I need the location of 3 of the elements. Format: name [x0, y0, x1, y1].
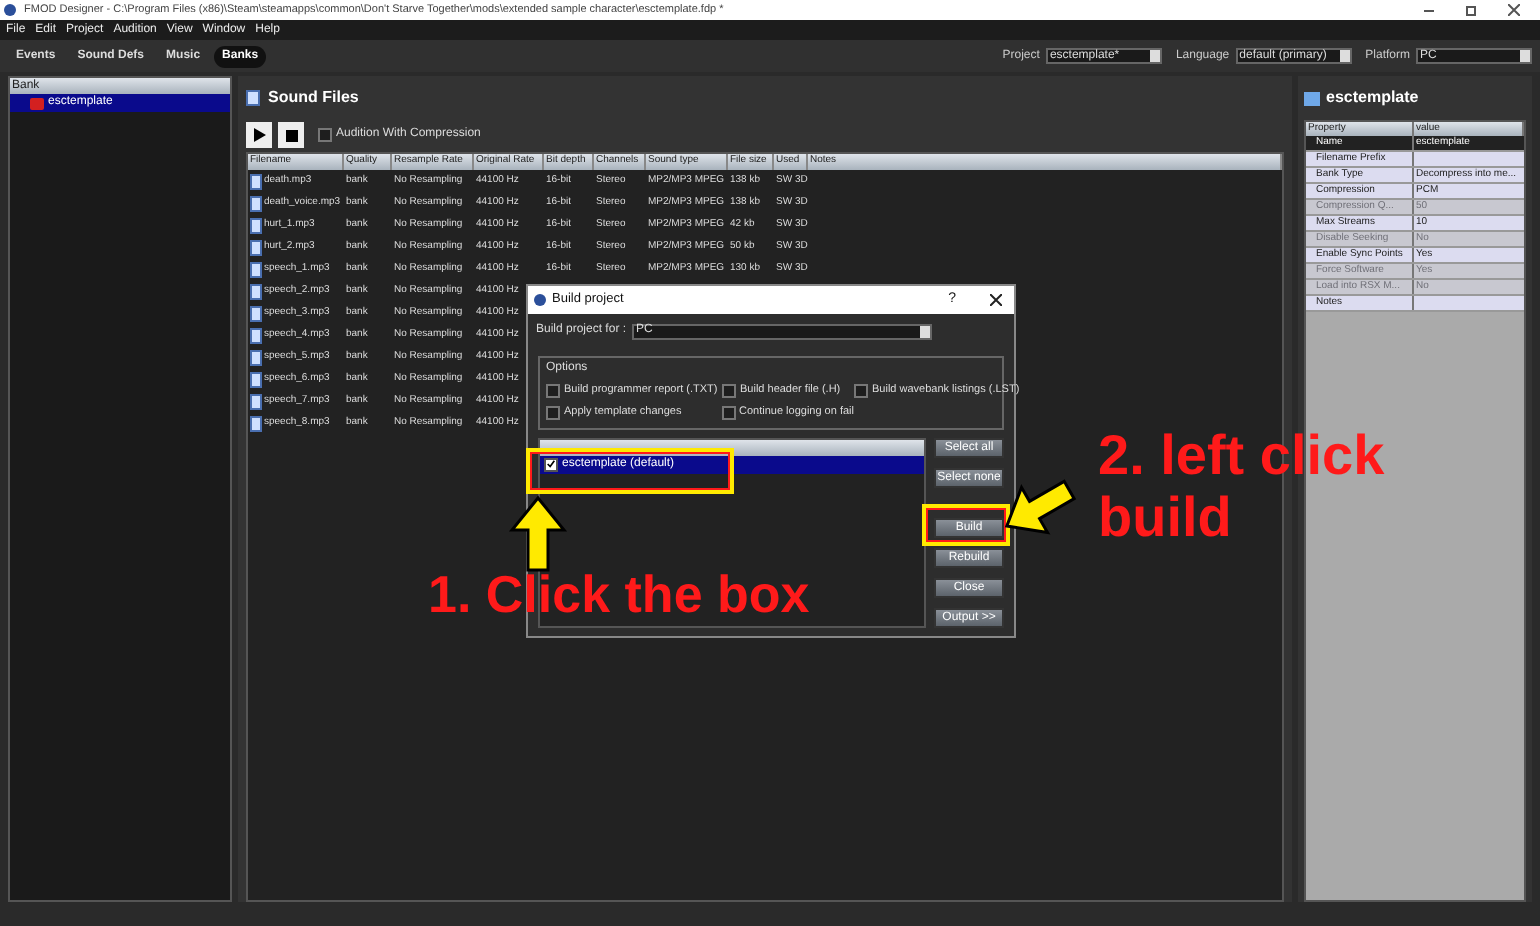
panel-title: Sound Files	[268, 86, 359, 110]
annotation-text: 1. Click the box	[428, 568, 810, 620]
panel-title: esctemplate	[1326, 86, 1419, 110]
